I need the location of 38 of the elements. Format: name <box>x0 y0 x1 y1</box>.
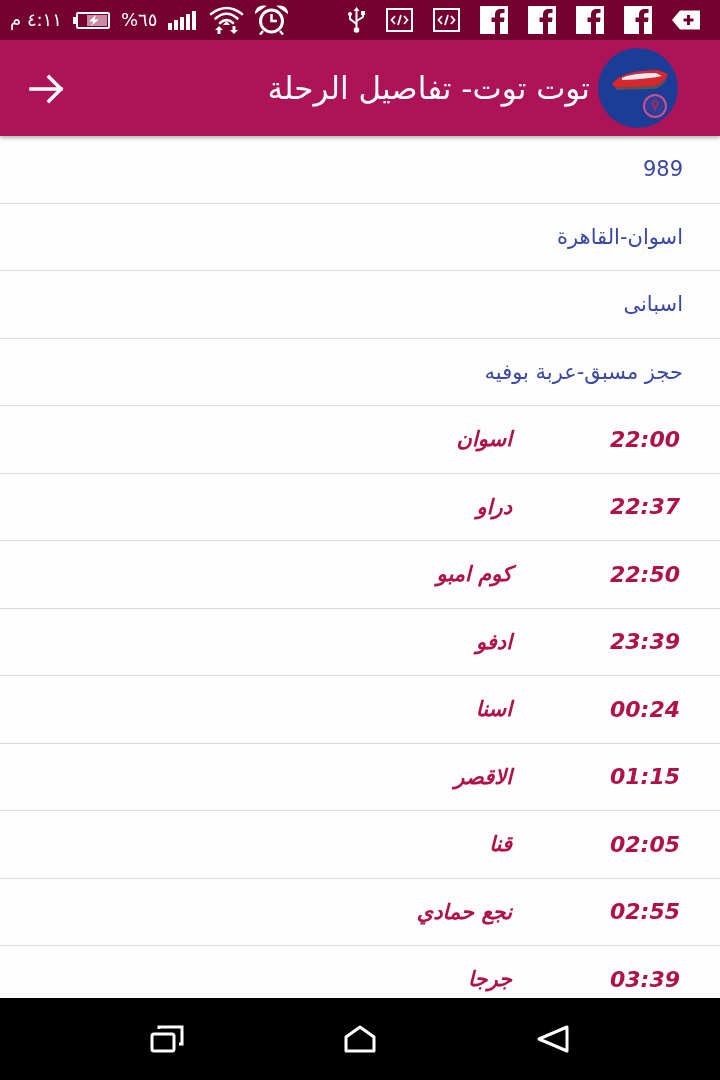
departure-time: 02:05 <box>608 831 681 857</box>
station-name: الاقصر <box>447 761 519 792</box>
departure-time: 00:24 <box>608 696 681 722</box>
train-logo-icon <box>598 48 678 128</box>
clock-text: ٤:١١ م <box>10 11 62 29</box>
station-name: اسنا <box>468 694 519 725</box>
departure-time: 03:39 <box>608 966 681 992</box>
usb-icon <box>347 7 366 33</box>
alarm-clock-icon <box>255 5 289 35</box>
battery-charging-icon <box>72 11 110 29</box>
departure-time: 01:15 <box>608 764 681 790</box>
right-arrow-icon[interactable] <box>29 74 65 104</box>
wifi-icon <box>209 5 245 35</box>
code-icon <box>433 8 460 32</box>
trip-info-text: اسوان-القاهرة <box>556 224 683 249</box>
station-name: كوم امبو <box>429 559 519 590</box>
recents-icon[interactable] <box>150 1025 184 1053</box>
station-name: قنا <box>488 831 514 859</box>
code-icon <box>386 8 413 32</box>
tag-icon <box>672 10 700 30</box>
back-icon[interactable] <box>536 1025 570 1053</box>
signal-icon <box>168 10 199 30</box>
departure-time: 22:50 <box>608 561 681 587</box>
trip-info-text: 989 <box>642 157 683 182</box>
station-name: جرجا <box>467 966 514 994</box>
departure-time: 02:55 <box>608 899 681 925</box>
screen-title: توت توت- تفاصيل الرحلة <box>267 70 590 106</box>
departure-time: 23:39 <box>608 629 681 655</box>
station-name: اسوان <box>449 424 519 455</box>
battery-percent: %٦٥ <box>120 11 158 29</box>
station-name: نجع حمادي <box>415 898 514 927</box>
trip-info-text: اسبانى <box>623 292 683 317</box>
station-name: ادفو <box>468 626 519 657</box>
departure-time: 22:00 <box>608 426 681 452</box>
departure-time: 22:37 <box>608 494 681 520</box>
trip-info-text: حجز مسبق-عربة بوفيه <box>484 359 683 384</box>
home-icon[interactable] <box>344 1025 376 1053</box>
station-name: دراو <box>473 493 514 522</box>
